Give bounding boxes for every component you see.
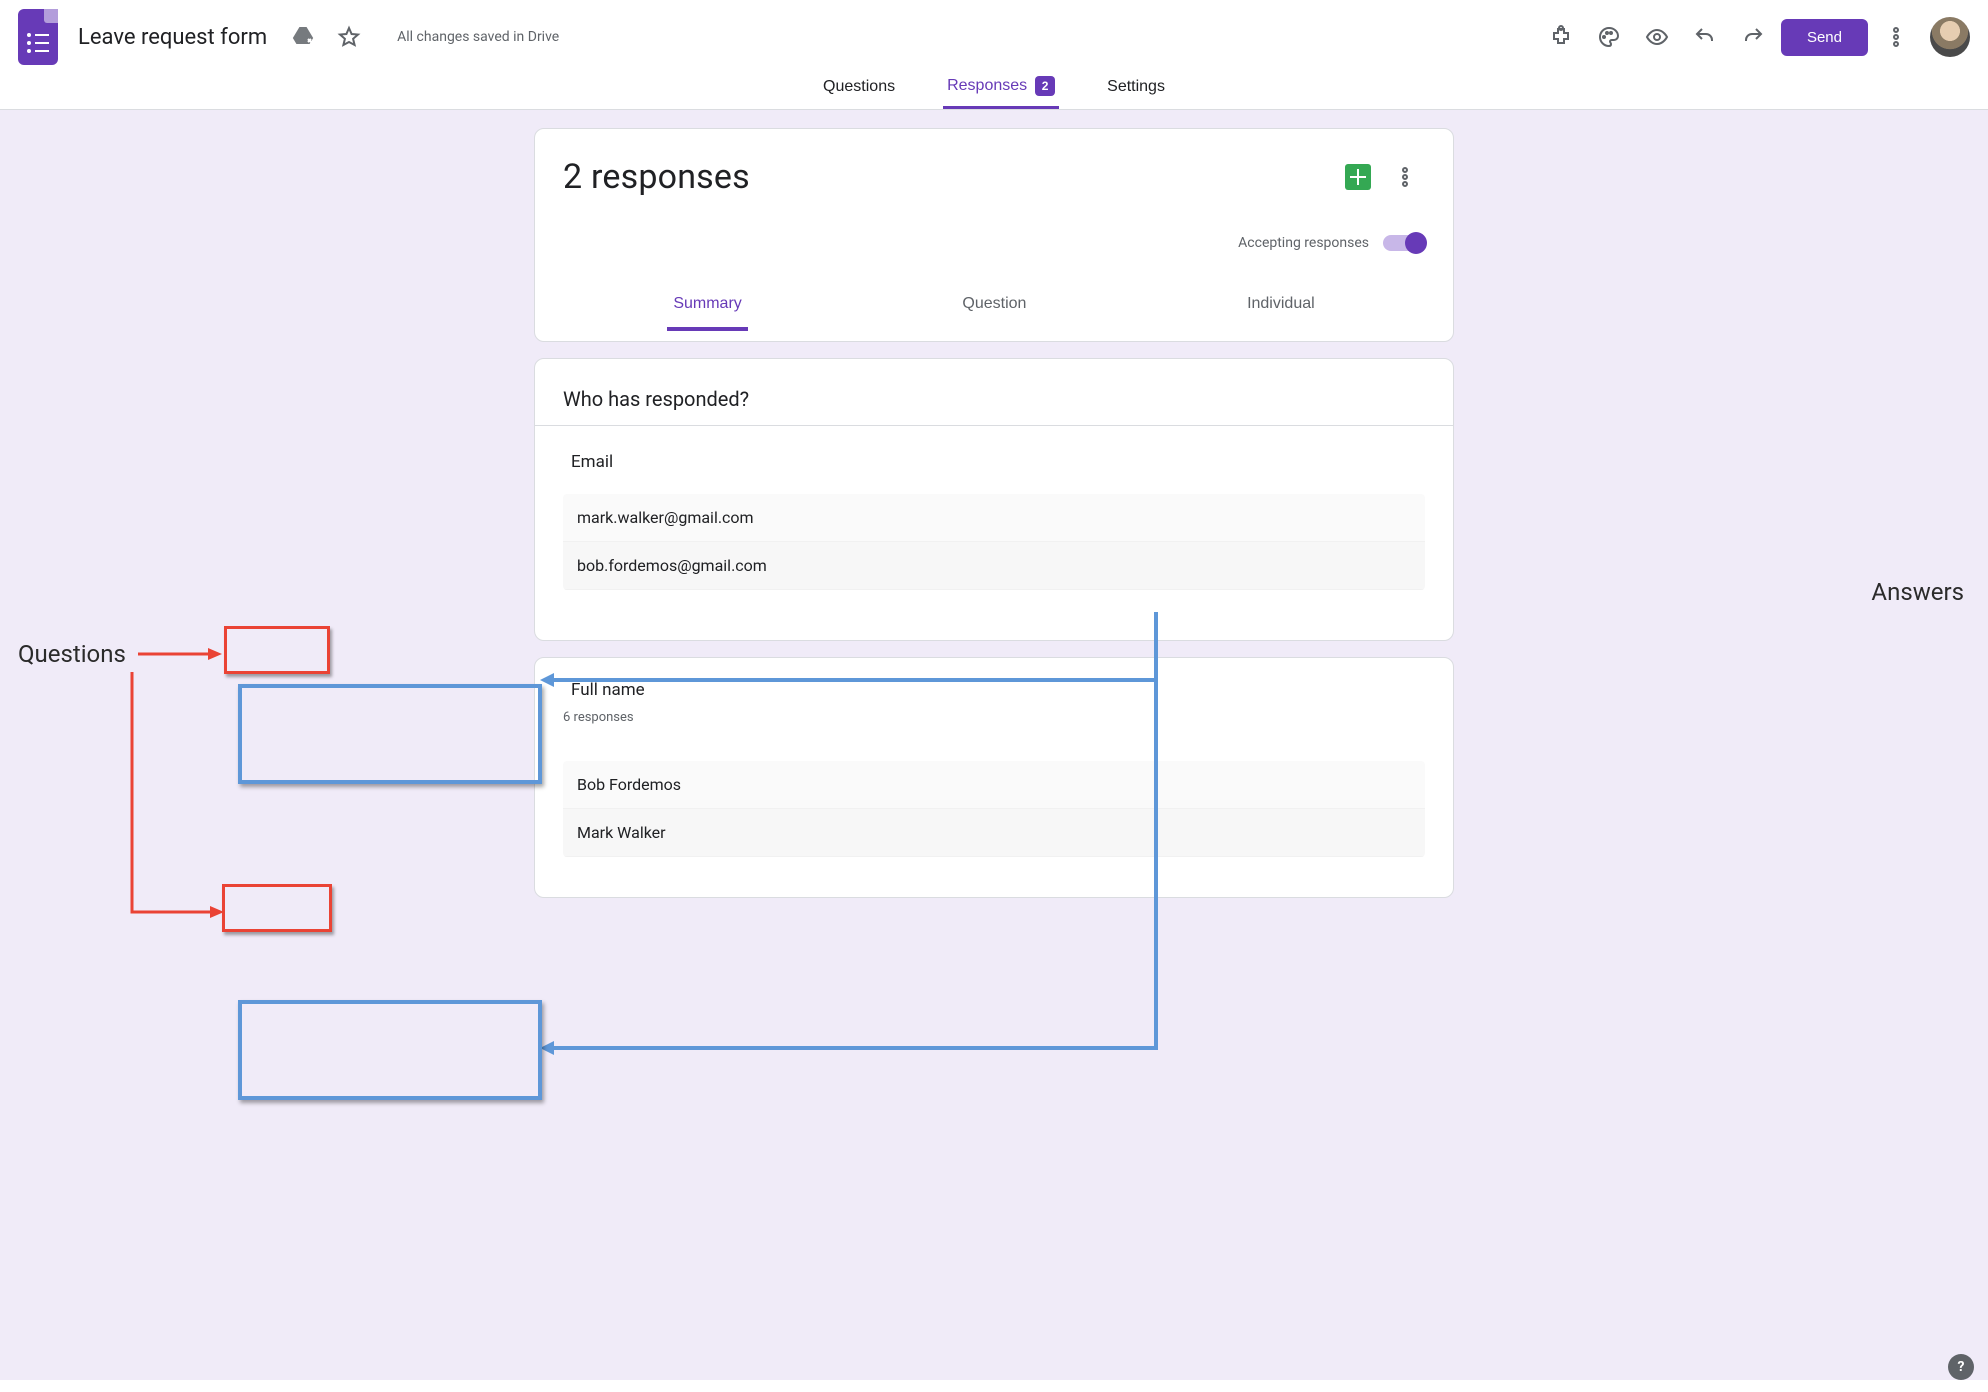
tab-questions[interactable]: Questions	[819, 68, 899, 109]
fullname-question-label: Full name	[563, 676, 653, 704]
theme-palette-icon[interactable]	[1589, 17, 1629, 57]
answer-row: bob.fordemos@gmail.com	[563, 542, 1425, 590]
document-title[interactable]: Leave request form	[76, 21, 269, 54]
annotation-email-box	[224, 626, 330, 674]
help-icon[interactable]: ?	[1948, 1354, 1974, 1380]
preview-eye-icon[interactable]	[1637, 17, 1677, 57]
arrow-to-email-icon	[138, 644, 224, 664]
tab-settings[interactable]: Settings	[1103, 68, 1169, 109]
answer-row: Bob Fordemos	[563, 761, 1425, 809]
email-question-label: Email	[563, 448, 621, 476]
email-answer-list: mark.walker@gmail.com bob.fordemos@gmail…	[563, 494, 1425, 590]
subtab-summary[interactable]: Summary	[667, 285, 747, 331]
annotation-email-answers-box	[238, 684, 542, 784]
annotation-questions-label: Questions	[18, 640, 126, 668]
create-spreadsheet-icon[interactable]	[1345, 164, 1371, 190]
more-vert-icon[interactable]	[1876, 17, 1916, 57]
send-button[interactable]: Send	[1781, 19, 1868, 56]
subtab-individual[interactable]: Individual	[1241, 285, 1321, 331]
responses-header-card: 2 responses Accepting responses Summary …	[534, 128, 1454, 342]
tab-responses[interactable]: Responses 2	[943, 66, 1059, 109]
save-status: All changes saved in Drive	[397, 29, 559, 45]
user-avatar[interactable]	[1930, 17, 1970, 57]
annotation-fullname-box	[222, 884, 332, 932]
tab-responses-label: Responses	[947, 77, 1027, 95]
undo-icon[interactable]	[1685, 17, 1725, 57]
annotation-fullname-answers-box	[238, 1000, 542, 1100]
responses-count-badge: 2	[1035, 76, 1055, 96]
arrow-to-fullname-icon	[128, 672, 228, 932]
forms-app-icon[interactable]	[18, 9, 58, 65]
redo-icon[interactable]	[1733, 17, 1773, 57]
fullname-response-count: 6 responses	[563, 710, 1425, 725]
subtab-question[interactable]: Question	[956, 285, 1032, 331]
accepting-responses-label: Accepting responses	[1238, 235, 1369, 251]
accepting-responses-toggle[interactable]	[1383, 235, 1425, 251]
move-to-drive-icon[interactable]	[283, 17, 323, 57]
answer-row: mark.walker@gmail.com	[563, 494, 1425, 542]
who-responded-title: Who has responded?	[563, 387, 1425, 411]
app-header: Leave request form All changes saved in …	[0, 0, 1988, 64]
workspace: 2 responses Accepting responses Summary …	[0, 110, 1988, 1380]
responses-more-icon[interactable]	[1385, 157, 1425, 197]
star-icon[interactable]	[329, 17, 369, 57]
fullname-answer-list: Bob Fordemos Mark Walker	[563, 761, 1425, 857]
addons-icon[interactable]	[1541, 17, 1581, 57]
responses-count-title: 2 responses	[563, 157, 750, 197]
answer-row: Mark Walker	[563, 809, 1425, 857]
who-responded-card: Who has responded? Email mark.walker@gma…	[534, 358, 1454, 641]
fullname-card: Full name 6 responses Bob Fordemos Mark …	[534, 657, 1454, 898]
form-top-tabs: Questions Responses 2 Settings	[0, 64, 1988, 110]
responses-sub-tabs: Summary Question Individual	[563, 285, 1425, 331]
annotation-answers-label: Answers	[1871, 578, 1964, 606]
